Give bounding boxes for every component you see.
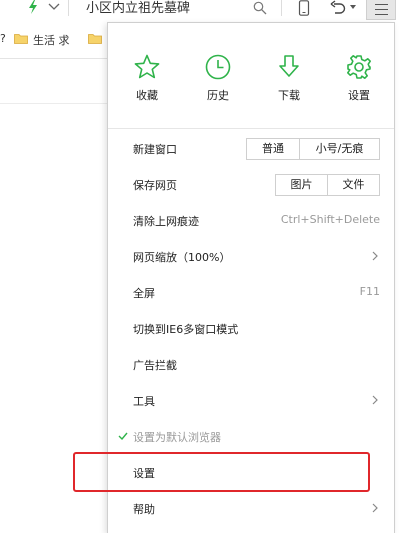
browser-toolbar: 小区内立祖先墓碑 (0, 0, 403, 22)
save-file-button[interactable]: 文件 (327, 174, 380, 196)
menu-item-new-window: 新建窗口 普通 小号/无痕 (108, 131, 394, 167)
menu-item-help[interactable]: 帮助 (108, 491, 394, 527)
menu-item-default-browser[interactable]: 设置为默认浏览器 (108, 419, 394, 455)
toolbar-divider (281, 0, 282, 16)
adblock-label: 广告拦截 (133, 359, 177, 372)
default-browser-label: 设置为默认浏览器 (133, 431, 221, 444)
settings-highlight-box (73, 452, 370, 492)
clock-icon (205, 54, 231, 80)
menu-item-save-page: 保存网页 图片 文件 (108, 167, 394, 203)
chevron-right-icon (372, 395, 378, 405)
menu-item-ie6-mode[interactable]: 切换到IE6多窗口模式 (108, 311, 394, 347)
new-window-label: 新建窗口 (133, 143, 177, 156)
downloads-label: 下载 (278, 89, 300, 102)
new-window-private-button[interactable]: 小号/无痕 (299, 138, 380, 160)
chevron-down-icon[interactable] (48, 1, 60, 11)
clear-history-label: 清除上网痕迹 (133, 215, 199, 228)
undo-dropdown-icon[interactable] (350, 5, 356, 10)
phone-icon[interactable] (298, 0, 310, 16)
star-icon (134, 54, 160, 79)
folder-icon (14, 34, 28, 44)
toolbar-divider (68, 0, 69, 16)
chevron-right-icon (372, 503, 378, 513)
settings-quick-label: 设置 (348, 89, 370, 102)
ie6-mode-label: 切换到IE6多窗口模式 (133, 323, 239, 336)
favorites-button[interactable]: 收藏 (122, 53, 172, 103)
downloads-button[interactable]: 下载 (264, 53, 314, 103)
search-icon[interactable] (253, 1, 267, 15)
gear-icon (347, 55, 371, 79)
address-bar-text[interactable]: 小区内立祖先墓碑 (86, 0, 190, 16)
zoom-label: 网页缩放（100%） (133, 251, 231, 264)
fullscreen-shortcut: F11 (359, 285, 380, 298)
save-image-button[interactable]: 图片 (275, 174, 328, 196)
fullscreen-label: 全屏 (133, 287, 155, 300)
lightning-icon[interactable] (27, 0, 39, 14)
bookmarks-bar: ? 生活 求 (0, 22, 108, 59)
chevron-right-icon (372, 251, 378, 261)
save-page-label: 保存网页 (133, 179, 177, 192)
menu-item-adblock[interactable]: 广告拦截 (108, 347, 394, 383)
help-label: 帮助 (133, 503, 155, 516)
checkmark-icon (118, 432, 128, 440)
history-button[interactable]: 历史 (193, 53, 243, 103)
favorites-label: 收藏 (136, 89, 158, 102)
undo-icon[interactable] (330, 0, 346, 15)
folder-icon[interactable] (88, 33, 102, 44)
menu-item-tools[interactable]: 工具 (108, 383, 394, 419)
history-label: 历史 (207, 89, 229, 102)
menu-item-fullscreen[interactable]: 全屏 F11 (108, 275, 394, 311)
download-icon (279, 55, 299, 77)
tools-label: 工具 (133, 395, 155, 408)
settings-quick-button[interactable]: 设置 (334, 53, 384, 103)
menu-divider (108, 128, 394, 129)
menu-icon[interactable] (366, 0, 396, 20)
clear-history-shortcut: Ctrl+Shift+Delete (280, 213, 380, 226)
menu-item-clear-history[interactable]: 清除上网痕迹 Ctrl+Shift+Delete (108, 203, 394, 239)
page-divider (0, 103, 108, 104)
bookmark-fragment[interactable]: ? (0, 32, 6, 45)
menu-item-zoom[interactable]: 网页缩放（100%） (108, 239, 394, 275)
new-window-normal-button[interactable]: 普通 (246, 138, 300, 160)
bookmark-item[interactable]: 生活 求 (33, 32, 70, 48)
